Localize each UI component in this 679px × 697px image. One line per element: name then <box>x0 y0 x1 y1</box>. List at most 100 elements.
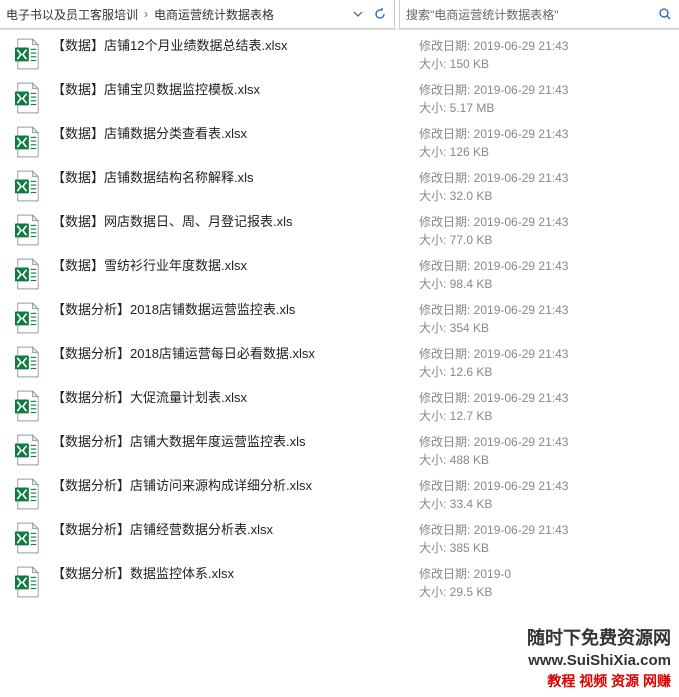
file-meta: 修改日期: 2019-06-29 21:43 大小: 5.17 MB <box>419 79 679 117</box>
watermark: 随时下免费资源网 www.SuiShiXia.com 教程 视频 资源 网赚 <box>527 624 671 691</box>
file-meta: 修改日期: 2019-06-29 21:43 大小: 33.4 KB <box>419 475 679 513</box>
file-info: 【数据】店铺数据结构名称解释.xls <box>40 167 419 187</box>
file-icon-cell <box>0 167 40 203</box>
file-row[interactable]: 【数据】店铺数据结构名称解释.xls 修改日期: 2019-06-29 21:4… <box>0 164 679 208</box>
file-name: 【数据分析】数据监控体系.xlsx <box>52 565 419 583</box>
file-name: 【数据分析】店铺访问来源构成详细分析.xlsx <box>52 477 419 495</box>
file-icon-cell <box>0 519 40 555</box>
breadcrumb-part-1[interactable]: 电子书以及员工客服培训 <box>4 6 140 23</box>
file-meta: 修改日期: 2019-06-29 21:43 大小: 98.4 KB <box>419 255 679 293</box>
file-row[interactable]: 【数据】店铺数据分类查看表.xlsx 修改日期: 2019-06-29 21:4… <box>0 120 679 164</box>
file-row[interactable]: 【数据分析】店铺经营数据分析表.xlsx 修改日期: 2019-06-29 21… <box>0 516 679 560</box>
file-icon-cell <box>0 387 40 423</box>
file-date: 修改日期: 2019-06-29 21:43 <box>419 477 679 495</box>
refresh-button[interactable] <box>370 4 390 24</box>
file-meta: 修改日期: 2019-06-29 21:43 大小: 12.7 KB <box>419 387 679 425</box>
excel-file-icon <box>14 389 40 423</box>
file-name: 【数据分析】店铺大数据年度运营监控表.xls <box>52 433 419 451</box>
excel-file-icon <box>14 169 40 203</box>
file-icon-cell <box>0 211 40 247</box>
file-name: 【数据分析】2018店铺数据运营监控表.xls <box>52 301 419 319</box>
file-row[interactable]: 【数据】网店数据日、周、月登记报表.xls 修改日期: 2019-06-29 2… <box>0 208 679 252</box>
dropdown-button[interactable] <box>348 4 368 24</box>
file-size: 大小: 12.6 KB <box>419 363 679 381</box>
file-info: 【数据分析】2018店铺运营每日必看数据.xlsx <box>40 343 419 363</box>
file-row[interactable]: 【数据分析】数据监控体系.xlsx 修改日期: 2019-0 大小: 29.5 … <box>0 560 679 604</box>
breadcrumb-part-2[interactable]: 电商运营统计数据表格 <box>152 6 276 23</box>
file-icon-cell <box>0 343 40 379</box>
file-info: 【数据分析】店铺大数据年度运营监控表.xls <box>40 431 419 451</box>
chevron-down-icon <box>353 9 363 19</box>
file-size: 大小: 126 KB <box>419 143 679 161</box>
file-size: 大小: 5.17 MB <box>419 99 679 117</box>
excel-file-icon <box>14 477 40 511</box>
address-bar[interactable]: 电子书以及员工客服培训 › 电商运营统计数据表格 <box>0 0 395 29</box>
file-meta: 修改日期: 2019-0 大小: 29.5 KB <box>419 563 679 601</box>
file-info: 【数据分析】店铺访问来源构成详细分析.xlsx <box>40 475 419 495</box>
file-icon-cell <box>0 563 40 599</box>
file-info: 【数据分析】数据监控体系.xlsx <box>40 563 419 583</box>
excel-file-icon <box>14 565 40 599</box>
file-info: 【数据】网店数据日、周、月登记报表.xls <box>40 211 419 231</box>
file-row[interactable]: 【数据】雪纺衫行业年度数据.xlsx 修改日期: 2019-06-29 21:4… <box>0 252 679 296</box>
excel-file-icon <box>14 125 40 159</box>
excel-file-icon <box>14 521 40 555</box>
file-row[interactable]: 【数据】店铺宝贝数据监控模板.xlsx 修改日期: 2019-06-29 21:… <box>0 76 679 120</box>
file-meta: 修改日期: 2019-06-29 21:43 大小: 126 KB <box>419 123 679 161</box>
search-icon[interactable] <box>657 6 673 22</box>
file-name: 【数据】店铺12个月业绩数据总结表.xlsx <box>52 37 419 55</box>
file-info: 【数据分析】店铺经营数据分析表.xlsx <box>40 519 419 539</box>
refresh-icon <box>373 7 387 21</box>
file-icon-cell <box>0 299 40 335</box>
file-size: 大小: 33.4 KB <box>419 495 679 513</box>
file-icon-cell <box>0 123 40 159</box>
file-info: 【数据】店铺12个月业绩数据总结表.xlsx <box>40 35 419 55</box>
file-date: 修改日期: 2019-06-29 21:43 <box>419 213 679 231</box>
file-list: 【数据】店铺12个月业绩数据总结表.xlsx 修改日期: 2019-06-29 … <box>0 30 679 604</box>
file-info: 【数据】店铺宝贝数据监控模板.xlsx <box>40 79 419 99</box>
file-date: 修改日期: 2019-06-29 21:43 <box>419 125 679 143</box>
file-name: 【数据分析】大促流量计划表.xlsx <box>52 389 419 407</box>
file-icon-cell <box>0 475 40 511</box>
file-name: 【数据】店铺数据结构名称解释.xls <box>52 169 419 187</box>
file-row[interactable]: 【数据分析】2018店铺数据运营监控表.xls 修改日期: 2019-06-29… <box>0 296 679 340</box>
file-meta: 修改日期: 2019-06-29 21:43 大小: 385 KB <box>419 519 679 557</box>
file-size: 大小: 150 KB <box>419 55 679 73</box>
file-date: 修改日期: 2019-06-29 21:43 <box>419 37 679 55</box>
file-date: 修改日期: 2019-06-29 21:43 <box>419 521 679 539</box>
file-name: 【数据】店铺宝贝数据监控模板.xlsx <box>52 81 419 99</box>
file-name: 【数据】雪纺衫行业年度数据.xlsx <box>52 257 419 275</box>
file-size: 大小: 12.7 KB <box>419 407 679 425</box>
file-meta: 修改日期: 2019-06-29 21:43 大小: 12.6 KB <box>419 343 679 381</box>
file-info: 【数据】雪纺衫行业年度数据.xlsx <box>40 255 419 275</box>
file-meta: 修改日期: 2019-06-29 21:43 大小: 354 KB <box>419 299 679 337</box>
file-row[interactable]: 【数据】店铺12个月业绩数据总结表.xlsx 修改日期: 2019-06-29 … <box>0 32 679 76</box>
search-input[interactable]: 搜索"电商运营统计数据表格" <box>399 0 679 29</box>
file-size: 大小: 29.5 KB <box>419 583 679 601</box>
file-date: 修改日期: 2019-06-29 21:43 <box>419 169 679 187</box>
file-size: 大小: 488 KB <box>419 451 679 469</box>
excel-file-icon <box>14 37 40 71</box>
file-name: 【数据分析】2018店铺运营每日必看数据.xlsx <box>52 345 419 363</box>
excel-file-icon <box>14 433 40 467</box>
file-date: 修改日期: 2019-06-29 21:43 <box>419 345 679 363</box>
file-row[interactable]: 【数据分析】店铺访问来源构成详细分析.xlsx 修改日期: 2019-06-29… <box>0 472 679 516</box>
file-name: 【数据】网店数据日、周、月登记报表.xls <box>52 213 419 231</box>
file-row[interactable]: 【数据分析】2018店铺运营每日必看数据.xlsx 修改日期: 2019-06-… <box>0 340 679 384</box>
file-meta: 修改日期: 2019-06-29 21:43 大小: 488 KB <box>419 431 679 469</box>
file-name: 【数据】店铺数据分类查看表.xlsx <box>52 125 419 143</box>
file-size: 大小: 385 KB <box>419 539 679 557</box>
breadcrumb-separator: › <box>140 7 152 21</box>
search-placeholder: 搜索"电商运营统计数据表格" <box>406 6 559 23</box>
excel-file-icon <box>14 257 40 291</box>
file-date: 修改日期: 2019-0 <box>419 565 679 583</box>
excel-file-icon <box>14 301 40 335</box>
file-date: 修改日期: 2019-06-29 21:43 <box>419 301 679 319</box>
file-date: 修改日期: 2019-06-29 21:43 <box>419 81 679 99</box>
excel-file-icon <box>14 345 40 379</box>
excel-file-icon <box>14 81 40 115</box>
file-row[interactable]: 【数据分析】大促流量计划表.xlsx 修改日期: 2019-06-29 21:4… <box>0 384 679 428</box>
file-info: 【数据分析】大促流量计划表.xlsx <box>40 387 419 407</box>
file-row[interactable]: 【数据分析】店铺大数据年度运营监控表.xls 修改日期: 2019-06-29 … <box>0 428 679 472</box>
file-info: 【数据分析】2018店铺数据运营监控表.xls <box>40 299 419 319</box>
